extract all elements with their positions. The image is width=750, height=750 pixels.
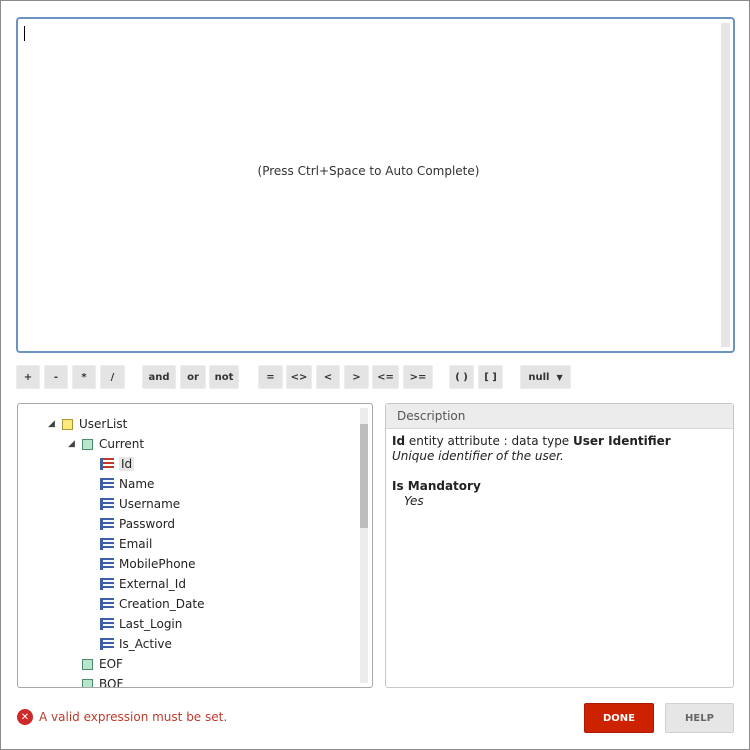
tree-node-label: External_Id	[119, 577, 186, 591]
validation-error: ✕ A valid expression must be set.	[17, 708, 227, 726]
operator-plus-button[interactable]: +	[16, 365, 40, 389]
tree-node-attribute[interactable]: Id	[100, 454, 135, 474]
operator-and-button[interactable]: and	[142, 365, 176, 389]
tree-node-attribute[interactable]: Is_Active	[100, 634, 172, 654]
attribute-icon	[100, 598, 114, 610]
description-panel: Description Id entity attribute : data t…	[385, 403, 734, 688]
tree-node-label: Username	[119, 497, 181, 511]
tree-node-bof[interactable]: BOF	[82, 674, 124, 688]
operator-minus-button[interactable]: -	[44, 365, 68, 389]
tree-node-attribute[interactable]: Email	[100, 534, 152, 554]
tree-node-attribute[interactable]: Last_Login	[100, 614, 182, 634]
record-icon	[82, 658, 93, 670]
tree-scrollbar[interactable]	[360, 408, 368, 683]
tree-node-label: BOF	[99, 677, 124, 688]
tree-node-label: Id	[119, 457, 135, 471]
tree-node-label: Email	[119, 537, 153, 551]
tree-node-attribute[interactable]: Username	[100, 494, 180, 514]
mandatory-label: Is Mandatory	[392, 479, 481, 493]
editor-placeholder: (Press Ctrl+Space to Auto Complete)	[257, 164, 480, 178]
attribute-kind: entity attribute : data type	[405, 434, 574, 448]
attribute-icon	[100, 538, 114, 550]
operator-not-button[interactable]: not	[209, 365, 239, 389]
tree-node-label: Current	[99, 437, 145, 451]
tree-node-label: Last_Login	[119, 617, 183, 631]
operator-less-equal-button[interactable]: <=	[372, 365, 399, 389]
attribute-summary-line: Id entity attribute : data type User Ide…	[392, 434, 727, 449]
record-icon	[82, 678, 93, 687]
tree-node-label: Is_Active	[119, 637, 172, 651]
operator-or-button[interactable]: or	[180, 365, 206, 389]
tree-node-label: Password	[119, 517, 176, 531]
operator-multiply-button[interactable]: *	[72, 365, 96, 389]
identifier-attribute-icon	[100, 458, 114, 470]
tree-node-label: EOF	[99, 657, 123, 671]
editor-scrollbar[interactable]	[721, 23, 730, 347]
tree-node-attribute[interactable]: Creation_Date	[100, 594, 204, 614]
help-button[interactable]: HELP	[665, 703, 734, 733]
collapse-arrow-icon[interactable]: ◢	[68, 439, 82, 449]
operator-not-equal-button[interactable]: <>	[286, 365, 312, 389]
attribute-icon	[100, 498, 114, 510]
tree-node-label: Creation_Date	[119, 597, 205, 611]
null-dropdown[interactable]: null ▼	[520, 365, 571, 389]
attribute-name: Id	[392, 434, 406, 448]
operator-toolbar: + - * / and or not = <> < > <= >= ( ) [ …	[0, 365, 750, 391]
tree-node-label: UserList	[79, 417, 128, 431]
tree-node-attribute[interactable]: External_Id	[100, 574, 186, 594]
scope-tree[interactable]: ◢ UserList ◢ Current Id Name Username Pa…	[17, 403, 373, 688]
operator-equals-button[interactable]: =	[258, 365, 283, 389]
tree-node-userlist[interactable]: ◢ UserList	[48, 414, 127, 434]
attribute-icon	[100, 638, 114, 650]
tree-scrollbar-thumb[interactable]	[360, 424, 368, 528]
text-caret	[24, 26, 25, 41]
operator-parentheses-button[interactable]: ( )	[449, 365, 474, 389]
list-icon	[62, 418, 73, 430]
tree-node-eof[interactable]: EOF	[82, 654, 123, 674]
attribute-icon	[100, 578, 114, 590]
collapse-arrow-icon[interactable]: ◢	[48, 419, 62, 429]
tree-node-label: Name	[119, 477, 155, 491]
record-icon	[82, 438, 93, 450]
operator-greater-equal-button[interactable]: >=	[403, 365, 433, 389]
attribute-icon	[100, 478, 114, 490]
operator-greater-than-button[interactable]: >	[344, 365, 369, 389]
null-dropdown-label: null	[528, 371, 550, 383]
expression-editor[interactable]: (Press Ctrl+Space to Auto Complete)	[16, 17, 735, 353]
operator-less-than-button[interactable]: <	[316, 365, 340, 389]
attribute-icon	[100, 558, 114, 570]
tree-node-attribute[interactable]: Name	[100, 474, 154, 494]
attribute-icon	[100, 618, 114, 630]
chevron-down-icon: ▼	[556, 372, 563, 382]
tree-node-attribute[interactable]: MobilePhone	[100, 554, 196, 574]
tree-node-label: MobilePhone	[119, 557, 196, 571]
tree-node-current[interactable]: ◢ Current	[68, 434, 144, 454]
description-title: Description	[386, 404, 733, 429]
operator-divide-button[interactable]: /	[100, 365, 125, 389]
validation-error-text: A valid expression must be set.	[39, 710, 228, 724]
description-body: Id entity attribute : data type User Ide…	[386, 429, 733, 514]
mandatory-value: Yes	[404, 494, 424, 508]
attribute-icon	[100, 518, 114, 530]
done-button[interactable]: DONE	[584, 703, 654, 733]
attribute-description: Unique identifier of the user.	[392, 449, 564, 463]
tree-node-attribute[interactable]: Password	[100, 514, 175, 534]
operator-brackets-button[interactable]: [ ]	[478, 365, 503, 389]
attribute-data-type: User Identifier	[573, 434, 671, 448]
error-icon: ✕	[17, 709, 33, 725]
